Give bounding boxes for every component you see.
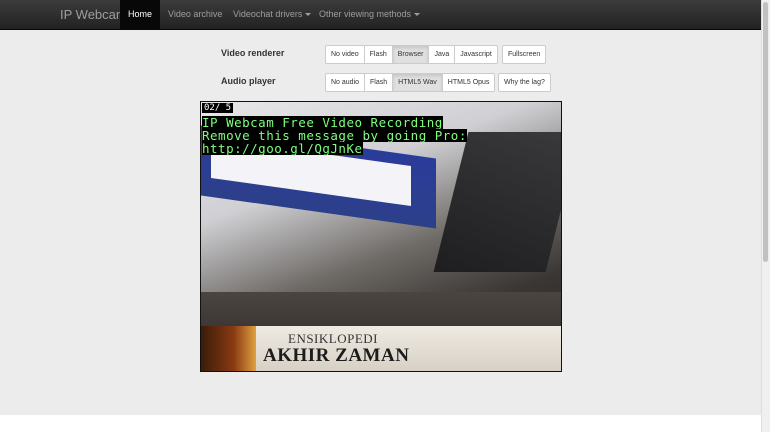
video-stream[interactable]: ENSIKLOPEDI AKHIR ZAMAN 02/ 5 IP Webcam … xyxy=(200,101,562,372)
nav-videochat-drivers-label: Videochat drivers xyxy=(233,9,303,19)
nav-videochat-drivers[interactable]: Videochat drivers xyxy=(225,0,319,29)
audio-option-flash[interactable]: Flash xyxy=(364,73,394,92)
audio-player-group: No audio Flash HTML5 Wav HTML5 Opus xyxy=(325,73,496,92)
video-option-no-video[interactable]: No video xyxy=(325,45,365,64)
brand-logo[interactable]: IP Webcam xyxy=(60,0,127,29)
book-cover-art xyxy=(201,326,256,371)
audio-option-no-audio[interactable]: No audio xyxy=(325,73,366,92)
nav-video-archive[interactable]: Video archive xyxy=(160,0,230,29)
video-timestamp: 02/ 5 xyxy=(202,103,234,113)
video-renderer-label: Video renderer xyxy=(221,48,285,58)
video-option-browser[interactable]: Browser xyxy=(391,45,430,64)
fullscreen-button[interactable]: Fullscreen xyxy=(502,45,547,64)
footer xyxy=(0,415,762,432)
nav-other-viewing-methods[interactable]: Other viewing methods xyxy=(311,0,428,29)
navbar: IP Webcam Home Video archive Videochat d… xyxy=(0,0,762,30)
watermark-line3: http://goo.gl/QgJnKe xyxy=(202,141,363,156)
scrollbar-thumb[interactable] xyxy=(763,2,768,262)
video-renderer-group: No video Flash Browser Java Javascript xyxy=(325,45,498,64)
audio-player-label: Audio player xyxy=(221,76,276,86)
nav-other-viewing-methods-label: Other viewing methods xyxy=(319,9,412,19)
audio-option-html5-opus[interactable]: HTML5 Opus xyxy=(441,73,496,92)
video-option-flash[interactable]: Flash xyxy=(363,45,393,64)
nav-home[interactable]: Home xyxy=(120,0,161,29)
chevron-down-icon xyxy=(414,13,421,17)
video-option-java[interactable]: Java xyxy=(428,45,456,64)
why-lag-button[interactable]: Why the lag? xyxy=(498,73,551,92)
page-scrollbar[interactable] xyxy=(761,0,770,432)
book-title-line2: AKHIR ZAMAN xyxy=(263,345,410,366)
video-option-javascript[interactable]: Javascript xyxy=(454,45,498,64)
audio-option-html5-wav[interactable]: HTML5 Wav xyxy=(392,73,443,92)
